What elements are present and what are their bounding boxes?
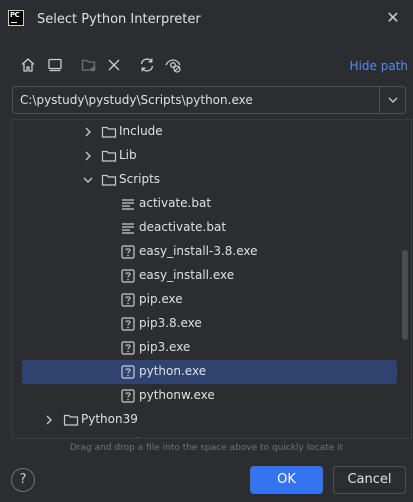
unknown-file-icon xyxy=(120,244,136,260)
tree-item-label: activate.bat xyxy=(139,196,212,210)
tree-item-label: reactStudy xyxy=(81,436,146,438)
pycharm-logo-icon: PC xyxy=(8,10,24,26)
folder-icon xyxy=(63,436,79,438)
folder-icon xyxy=(101,124,117,140)
tree-item-label: Include xyxy=(119,124,163,138)
chevron-down-icon xyxy=(388,97,398,103)
help-button[interactable]: ? xyxy=(11,468,35,492)
tree-item-label: Lib xyxy=(119,148,137,162)
tree-item-python39[interactable]: Python39 xyxy=(12,408,400,432)
unknown-file-icon xyxy=(120,364,136,380)
tree-item-pythonw[interactable]: pythonw.exe xyxy=(12,384,400,408)
tree-item-include[interactable]: Include xyxy=(12,120,400,144)
tree-item-label: pip.exe xyxy=(139,292,183,306)
tree-item-scripts[interactable]: Scripts xyxy=(12,168,400,192)
dialog-title: Select Python Interpreter xyxy=(37,12,201,27)
home-icon[interactable] xyxy=(19,56,37,74)
tree-item-label: pythonw.exe xyxy=(139,388,215,402)
chevron-right-icon[interactable] xyxy=(82,126,94,138)
folder-icon xyxy=(101,148,117,164)
unknown-file-icon xyxy=(120,340,136,356)
path-input[interactable] xyxy=(13,87,379,113)
cancel-button[interactable]: Cancel xyxy=(333,466,406,494)
chevron-right-icon[interactable] xyxy=(43,414,55,426)
tree-item-label: pip3.exe xyxy=(139,340,191,354)
drag-drop-hint: Drag and drop a file into the space abov… xyxy=(69,443,344,453)
tree-item-label: python.exe xyxy=(139,364,207,378)
delete-icon[interactable] xyxy=(105,56,123,74)
show-hidden-icon[interactable] xyxy=(164,56,182,74)
tree-item-deactivate-bat[interactable]: deactivate.bat xyxy=(12,216,400,240)
new-folder-icon[interactable] xyxy=(80,56,98,74)
tree-scrollbar-thumb[interactable] xyxy=(402,250,408,340)
app-icon-text: PC xyxy=(10,11,20,19)
tree-item-label: pip3.8.exe xyxy=(139,316,202,330)
tree-item-lib[interactable]: Lib xyxy=(12,144,400,168)
desktop-icon[interactable] xyxy=(46,56,64,74)
tree-item-easy-install[interactable]: easy_install.exe xyxy=(12,264,400,288)
path-combobox xyxy=(12,86,406,114)
unknown-file-icon xyxy=(120,388,136,404)
close-button[interactable]: ✕ xyxy=(383,8,403,28)
tree-item-label: deactivate.bat xyxy=(139,220,227,234)
toolbar: Hide path xyxy=(0,52,413,80)
tree-item-pip3[interactable]: pip3.exe xyxy=(12,336,400,360)
ok-button[interactable]: OK xyxy=(250,466,323,494)
refresh-icon[interactable] xyxy=(138,56,156,74)
folder-icon xyxy=(101,172,117,188)
chevron-right-icon[interactable] xyxy=(82,150,94,162)
path-history-dropdown[interactable] xyxy=(380,87,406,113)
tree-item-reactstudy[interactable]: reactStudy xyxy=(12,432,400,439)
tree-item-label: easy_install.exe xyxy=(139,268,235,282)
tree-item-pip38[interactable]: pip3.8.exe xyxy=(12,312,400,336)
unknown-file-icon xyxy=(120,268,136,284)
tree-item-pip[interactable]: pip.exe xyxy=(12,288,400,312)
tree-item-python-selected[interactable]: python.exe xyxy=(22,360,397,384)
tree-item-activate-bat[interactable]: activate.bat xyxy=(12,192,400,216)
folder-icon xyxy=(63,412,79,428)
chevron-down-icon[interactable] xyxy=(82,174,94,186)
title-bar: PC Select Python Interpreter ✕ xyxy=(0,0,413,40)
tree-item-label: easy_install-3.8.exe xyxy=(139,244,258,258)
text-file-icon xyxy=(120,196,136,212)
hide-path-link[interactable]: Hide path xyxy=(350,59,408,73)
chevron-right-icon[interactable] xyxy=(43,438,55,439)
unknown-file-icon xyxy=(120,292,136,308)
unknown-file-icon xyxy=(120,316,136,332)
tree-item-label: Python39 xyxy=(81,412,138,426)
tree-item-easy-install-38[interactable]: easy_install-3.8.exe xyxy=(12,240,400,264)
tree-item-label: Scripts xyxy=(119,172,161,186)
text-file-icon xyxy=(120,220,136,236)
file-tree[interactable]: Include Lib Scripts activate.bat deactiv… xyxy=(11,119,412,439)
